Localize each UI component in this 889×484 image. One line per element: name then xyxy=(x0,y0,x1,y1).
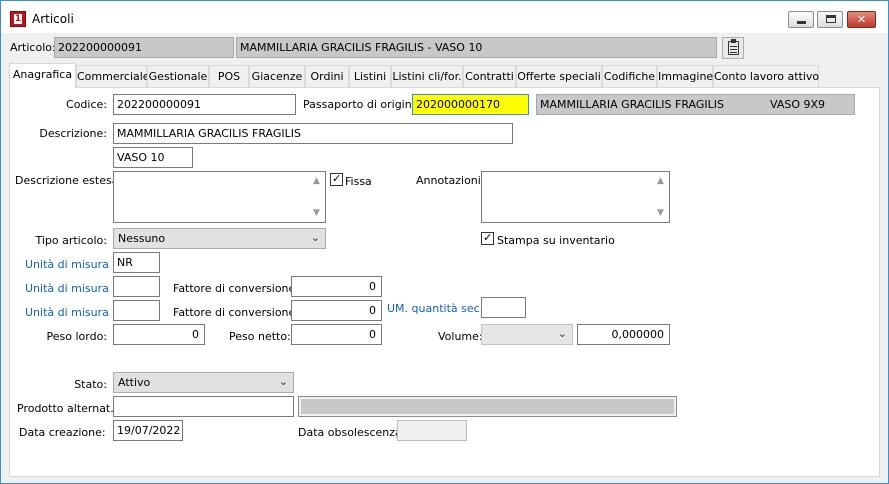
um3-field[interactable] xyxy=(113,300,160,321)
window-title: Articoli xyxy=(32,12,74,26)
data-obsolescenza-field[interactable] xyxy=(397,420,467,441)
close-icon: ✕ xyxy=(856,13,867,26)
annotazioni-textarea[interactable]: ▲ ▼ xyxy=(481,171,670,223)
passaporto-desc-field[interactable]: MAMMILLARIA GRACILIS FRAGILIS VASO 9X9 xyxy=(536,94,855,115)
descrizione-estesa-scrollbar[interactable]: ▲ ▼ xyxy=(311,172,325,222)
prodotto-alternativo-label: Prodotto alternat.: xyxy=(17,402,118,415)
title-bar: 1 Articoli ✕ xyxy=(1,1,888,33)
fattore3-label: Fattore di conversione: xyxy=(173,306,300,319)
tab-commerciale[interactable]: Commerciale xyxy=(76,65,150,88)
passaporto-label: Passaporto di origine: xyxy=(303,98,423,111)
chevron-down-icon: ⌄ xyxy=(557,327,567,340)
articoli-window: 1 Articoli ✕ Articolo: 202200000091 MAMM… xyxy=(0,0,889,484)
data-obsolescenza-label: Data obsolescenza: xyxy=(298,426,406,439)
close-button[interactable]: ✕ xyxy=(847,11,876,28)
prodotto-alternativo-desc-field xyxy=(298,396,677,417)
tab-ordini[interactable]: Ordini xyxy=(305,65,349,88)
passaporto-desc-text: MAMMILLARIA GRACILIS FRAGILIS xyxy=(540,98,724,111)
tab-contratti[interactable]: Contratti xyxy=(463,65,516,88)
tab-gestionale[interactable]: Gestionale xyxy=(147,65,209,88)
fattore2-label: Fattore di conversione: xyxy=(173,282,300,295)
descrizione-field-2[interactable]: VASO 10 xyxy=(113,147,193,168)
um1-field[interactable]: NR xyxy=(113,252,160,273)
tab-listini[interactable]: Listini xyxy=(349,65,391,88)
check-icon: ✓ xyxy=(332,172,342,185)
tab-giacenze[interactable]: Giacenze xyxy=(249,65,305,88)
um3-label[interactable]: Unità di misura 3: xyxy=(25,306,123,319)
stato-label: Stato: xyxy=(74,378,107,391)
tab-immagine[interactable]: Immagine xyxy=(657,65,713,88)
peso-netto-field[interactable]: 0 xyxy=(291,324,382,345)
volume-um-select[interactable]: ⌄ xyxy=(481,324,573,345)
tab-pos[interactable]: POS xyxy=(209,65,249,88)
fissa-checkbox[interactable]: ✓ xyxy=(330,172,343,186)
data-creazione-field[interactable]: 19/07/2022 xyxy=(113,420,183,441)
prodotto-alternativo-field[interactable] xyxy=(113,396,294,417)
um1-label[interactable]: Unità di misura 1: xyxy=(25,258,123,271)
stato-value: Attivo xyxy=(118,376,151,389)
peso-lordo-label: Peso lordo: xyxy=(46,330,108,343)
stampa-inventario-checkbox[interactable]: ✓ xyxy=(481,231,494,245)
stato-select[interactable]: Attivo ⌄ xyxy=(113,372,294,393)
volume-label: Volume: xyxy=(438,330,483,343)
um2-label[interactable]: Unità di misura 2: xyxy=(25,282,123,295)
tipo-articolo-label: Tipo articolo: xyxy=(35,234,107,247)
passaporto-vaso-text: VASO 9X9 xyxy=(770,98,826,111)
annotazioni-scrollbar[interactable]: ▲ ▼ xyxy=(655,172,669,222)
um2-field[interactable] xyxy=(113,276,160,297)
articolo-code-field[interactable]: 202200000091 xyxy=(54,37,234,58)
tab-offerte-speciali[interactable]: Offerte speciali xyxy=(516,65,602,88)
articolo-label: Articolo: xyxy=(10,41,56,54)
um-qta-sec-field[interactable] xyxy=(481,297,526,318)
descrizione-estesa-textarea[interactable]: ▲ ▼ xyxy=(113,171,326,223)
data-creazione-label: Data creazione: xyxy=(19,426,106,439)
tab-anagrafica[interactable]: Anagrafica xyxy=(9,63,76,88)
minimize-button[interactable] xyxy=(788,11,814,28)
peso-netto-label: Peso netto: xyxy=(229,330,291,343)
minimize-icon xyxy=(797,21,806,24)
codice-label: Codice: xyxy=(66,98,107,111)
volume-field[interactable]: 0,000000 xyxy=(577,324,670,345)
um-qta-sec-label[interactable]: UM. quantità sec.: xyxy=(387,302,487,315)
tipo-articolo-value: Nessuno xyxy=(118,232,166,245)
scroll-up-icon[interactable]: ▲ xyxy=(313,176,320,186)
maximize-button[interactable] xyxy=(817,11,843,28)
descrizione-label: Descrizione: xyxy=(39,127,107,140)
peso-lordo-field[interactable]: 0 xyxy=(113,324,205,345)
stampa-inventario-label: Stampa su inventario xyxy=(497,234,615,247)
tab-conto-lavoro-attivo[interactable]: Conto lavoro attivo xyxy=(713,65,819,88)
scroll-down-icon[interactable]: ▼ xyxy=(313,208,320,218)
app-icon: 1 xyxy=(10,11,26,27)
articolo-name-field[interactable]: MAMMILLARIA GRACILIS FRAGILIS - VASO 10 xyxy=(236,37,717,58)
tab-codifiche[interactable]: Codifiche xyxy=(602,65,657,88)
fattore2-field[interactable]: 0 xyxy=(291,276,382,297)
descrizione-estesa-label: Descrizione estesa: xyxy=(15,174,123,187)
fattore3-field[interactable]: 0 xyxy=(291,300,382,321)
chevron-down-icon: ⌄ xyxy=(310,231,320,244)
maximize-icon xyxy=(826,15,836,23)
codice-field[interactable]: 202200000091 xyxy=(113,94,296,115)
check-icon: ✓ xyxy=(483,231,493,244)
descrizione-field-1[interactable]: MAMMILLARIA GRACILIS FRAGILIS xyxy=(113,123,513,144)
tab-listini-cli-for[interactable]: Listini cli/for. xyxy=(391,65,463,88)
tipo-articolo-select[interactable]: Nessuno ⌄ xyxy=(113,228,326,249)
chevron-down-icon: ⌄ xyxy=(278,375,288,388)
passaporto-field[interactable]: 202000000170 xyxy=(412,94,529,115)
scroll-up-icon[interactable]: ▲ xyxy=(657,176,664,186)
scroll-down-icon[interactable]: ▼ xyxy=(657,208,664,218)
annotazioni-label: Annotazioni: xyxy=(416,174,485,187)
clipboard-button[interactable] xyxy=(722,37,744,59)
fissa-label: Fissa xyxy=(345,175,372,188)
